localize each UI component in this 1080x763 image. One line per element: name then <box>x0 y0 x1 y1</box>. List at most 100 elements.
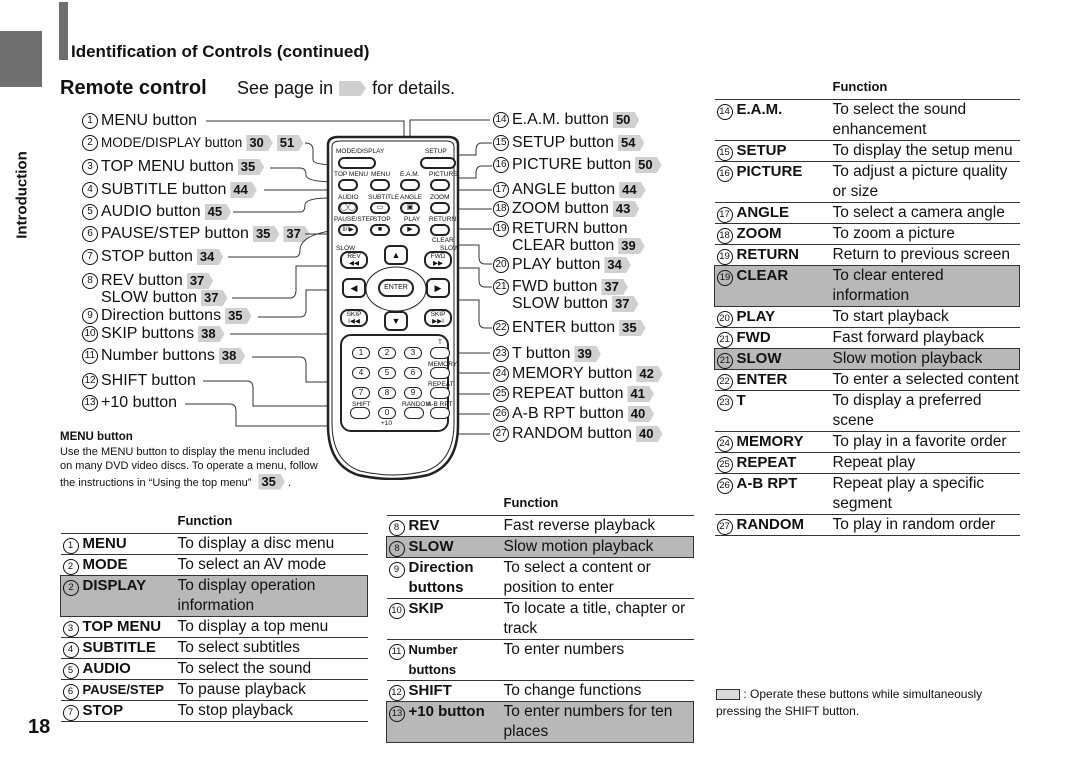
stop-button[interactable]: ■ <box>370 224 390 236</box>
return-button[interactable] <box>430 224 450 236</box>
button-name: +10 button <box>408 701 504 743</box>
eam-button[interactable] <box>400 179 420 191</box>
enter-button[interactable]: ENTER <box>378 279 414 297</box>
button-name: SLOW <box>736 348 833 370</box>
remote-label-subtitle: SUBTITLE <box>368 194 400 201</box>
table-row: 26 A-B RPT Repeat play a specific segment <box>714 473 1020 515</box>
page-ref-chip: 39 <box>574 346 601 362</box>
button-name: PICTURE <box>736 161 833 203</box>
callout-text: T button <box>512 345 571 362</box>
button-name: REV <box>408 515 504 537</box>
repeat-button[interactable] <box>430 387 450 399</box>
row-number: 25 <box>716 457 733 473</box>
play-button[interactable]: ▶ <box>400 224 420 236</box>
audio-button[interactable]: ◯◯ <box>338 202 358 214</box>
table-row: 8 REV Fast reverse playback <box>386 515 694 537</box>
callout-number: 4 <box>82 182 98 198</box>
callout-label: 24 MEMORY button 42 <box>493 365 663 383</box>
angle-button[interactable]: ▣ <box>400 202 420 214</box>
number-8-button[interactable]: 8 <box>378 387 396 399</box>
number-5-button[interactable]: 5 <box>378 367 396 379</box>
t-button[interactable] <box>430 347 450 359</box>
button-function: Repeat play a specific segment <box>832 473 1020 515</box>
number-7-button[interactable]: 7 <box>352 387 370 399</box>
callout-text: PAUSE/STEP button <box>101 225 249 242</box>
mode-display-button[interactable] <box>338 157 376 169</box>
page-ref-chip: 40 <box>627 406 655 422</box>
table-row: 1 MENU To display a disc menu <box>60 533 368 555</box>
button-name: ANGLE <box>736 202 833 224</box>
section-label: Introduction <box>13 151 31 239</box>
row-number: 7 <box>62 705 79 721</box>
right-arrow-button[interactable]: ▶ <box>426 278 450 298</box>
number-6-button[interactable]: 6 <box>404 367 422 379</box>
row-number-cell: 26 <box>714 473 737 515</box>
table-row: 17 ANGLE To select a camera angle <box>714 202 1020 224</box>
fwd-button[interactable]: FWD ▶▶ <box>424 251 452 269</box>
left-arrow-button[interactable]: ◀ <box>342 278 366 298</box>
callout-label: CLEAR button 39 <box>512 237 645 255</box>
button-function: To enter numbers for ten places <box>503 701 694 743</box>
down-arrow-button[interactable]: ▼ <box>384 311 408 331</box>
zoom-button[interactable] <box>430 202 450 214</box>
button-name: PAUSE/STEP <box>82 679 178 701</box>
row-number: 16 <box>716 166 733 182</box>
setup-button[interactable] <box>420 157 456 169</box>
number-2-button[interactable]: 2 <box>378 347 396 359</box>
pause-step-button[interactable]: II/I▶ <box>338 224 358 236</box>
picture-button[interactable] <box>430 179 450 191</box>
subtitle-button[interactable]: ▭ <box>370 202 390 214</box>
callout-text: MENU button <box>101 112 198 129</box>
up-arrow-button[interactable]: ▲ <box>384 245 408 265</box>
callout-text: MODE/DISPLAY button <box>101 135 243 150</box>
menu-button[interactable] <box>370 179 390 191</box>
page-ref-chip: 54 <box>617 135 645 151</box>
row-number-cell: 8 <box>386 536 409 558</box>
page-subtitle: Remote control <box>60 77 207 99</box>
skip-forward-button[interactable]: SKIP ▶▶I <box>424 309 452 327</box>
section-tab <box>0 31 42 87</box>
callout-text: SLOW button <box>101 289 198 306</box>
skip-back-button[interactable]: SKIP I◀◀ <box>340 309 368 327</box>
page-ref-chip: 45 <box>204 204 232 220</box>
row-number: 6 <box>62 684 79 700</box>
number-1-button[interactable]: 1 <box>352 347 370 359</box>
page-ref-chip: 35 <box>258 473 285 490</box>
row-number: 8 <box>388 520 405 536</box>
row-number: 5 <box>62 663 79 679</box>
callout-number: 12 <box>82 373 98 389</box>
number-3-button[interactable]: 3 <box>404 347 422 359</box>
row-number-cell: 21 <box>714 327 737 349</box>
callout-label: 10 SKIP buttons 38 <box>82 325 225 343</box>
rev-button[interactable]: REV ◀◀ <box>340 251 368 269</box>
callout-number: 11 <box>82 348 98 364</box>
callout-label: 7 STOP button 34 <box>82 248 224 266</box>
row-number: 21 <box>716 332 733 348</box>
callout-label: 19 RETURN button <box>493 220 628 238</box>
page-ref-chip: 37 <box>283 226 310 242</box>
callout-number: 15 <box>493 135 509 151</box>
number-0-button[interactable]: 0 <box>378 407 396 419</box>
table-row: 7 STOP To stop playback <box>60 700 368 722</box>
callout-label: 5 AUDIO button 45 <box>82 203 232 221</box>
callout-text: RETURN button <box>512 220 628 237</box>
row-number: 18 <box>716 228 733 244</box>
callout-label: 14 E.A.M. button 50 <box>493 111 640 129</box>
ab-rpt-button[interactable] <box>430 407 450 419</box>
row-number-cell: 7 <box>60 700 83 722</box>
page-ref-chip: 37 <box>612 296 639 312</box>
button-name: E.A.M. <box>736 99 833 141</box>
row-number-cell: 24 <box>714 431 737 453</box>
button-function: To locate a title, chapter or track <box>503 598 694 640</box>
page-ref-chip: 39 <box>618 238 645 254</box>
number-9-button[interactable]: 9 <box>404 387 422 399</box>
memory-button[interactable] <box>430 367 450 379</box>
callout-text: E.A.M. button <box>512 111 609 128</box>
callout-number: 5 <box>82 204 98 220</box>
remote-label-top-menu: TOP MENU <box>334 171 369 178</box>
shift-button[interactable] <box>350 407 370 419</box>
top-menu-button[interactable] <box>338 179 358 191</box>
number-4-button[interactable]: 4 <box>352 367 370 379</box>
random-button[interactable] <box>404 407 424 419</box>
callout-text: STOP button <box>101 248 193 265</box>
